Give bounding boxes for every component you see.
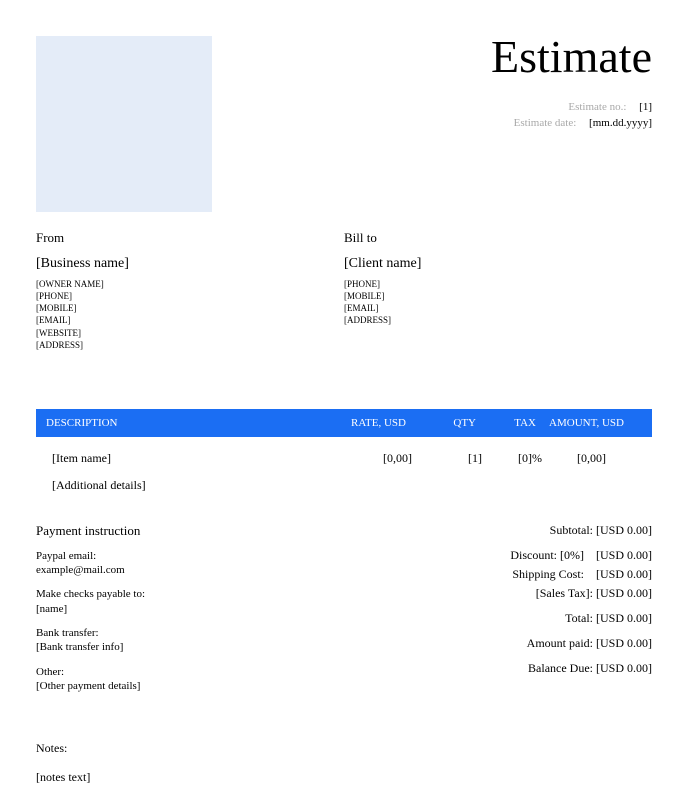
subtotal-value: [USD 0.00] [596, 523, 652, 537]
checks-value: [name] [36, 602, 336, 616]
bank-label: Bank transfer: [36, 626, 336, 640]
col-description: DESCRIPTION [46, 417, 306, 429]
estimate-date-label: Estimate date: [514, 117, 577, 129]
cell-tax: [0]% [482, 451, 542, 466]
bank-value: [Bank transfer info] [36, 640, 336, 654]
notes-text: [notes text] [36, 770, 652, 785]
from-line: [MOBILE] [36, 302, 344, 314]
billto-line: [MOBILE] [344, 290, 652, 302]
billto-line: [EMAIL] [344, 302, 652, 314]
paid-value: [USD 0.00] [596, 636, 652, 650]
shipping-value: [USD 0.00] [596, 567, 652, 581]
from-line: [PHONE] [36, 290, 344, 302]
salestax-label: [Sales Tax]: [536, 586, 593, 600]
from-line: [EMAIL] [36, 314, 344, 326]
from-line: [OWNER NAME] [36, 278, 344, 290]
logo-placeholder [36, 36, 212, 212]
other-value: [Other payment details] [36, 679, 336, 693]
billto-line: [PHONE] [344, 278, 652, 290]
document-title: Estimate [491, 30, 652, 83]
total-value: [USD 0.00] [596, 611, 652, 625]
table-row: [Item name] [0,00] [1] [0]% [0,00] [36, 437, 652, 472]
col-amount: AMOUNT, USD [536, 417, 642, 429]
paypal-value: example@mail.com [36, 563, 336, 577]
cell-amount: [0,00] [542, 451, 642, 466]
from-line: [ADDRESS] [36, 339, 344, 351]
cell-qty: [1] [412, 451, 482, 466]
col-rate: RATE, USD [306, 417, 406, 429]
notes-heading: Notes: [36, 741, 652, 756]
from-line: [WEBSITE] [36, 327, 344, 339]
from-heading: From [36, 230, 344, 246]
salestax-value: [USD 0.00] [596, 586, 652, 600]
other-label: Other: [36, 665, 336, 679]
shipping-label: Shipping Cost: [512, 567, 584, 581]
from-business-name: [Business name] [36, 256, 344, 272]
estimate-date-value: [mm.dd.yyyy] [589, 117, 652, 129]
billto-line: [ADDRESS] [344, 314, 652, 326]
total-label: Total: [565, 611, 593, 625]
paypal-label: Paypal email: [36, 549, 336, 563]
row-details: [Additional details] [36, 472, 652, 493]
payment-heading: Payment instruction [36, 523, 336, 539]
checks-label: Make checks payable to: [36, 587, 336, 601]
billto-heading: Bill to [344, 230, 652, 246]
estimate-no-label: Estimate no.: [568, 101, 626, 113]
estimate-no-value: [1] [639, 101, 652, 113]
cell-desc: [Item name] [52, 451, 312, 466]
col-qty: QTY [406, 417, 476, 429]
cell-rate: [0,00] [312, 451, 412, 466]
paid-label: Amount paid: [527, 636, 593, 650]
col-tax: TAX [476, 417, 536, 429]
balance-label: Balance Due: [528, 661, 593, 675]
discount-value: [USD 0.00] [596, 548, 652, 562]
subtotal-label: Subtotal: [550, 523, 593, 537]
billto-client-name: [Client name] [344, 256, 652, 272]
balance-value: [USD 0.00] [596, 661, 652, 675]
discount-label: Discount: [0%] [510, 548, 584, 562]
